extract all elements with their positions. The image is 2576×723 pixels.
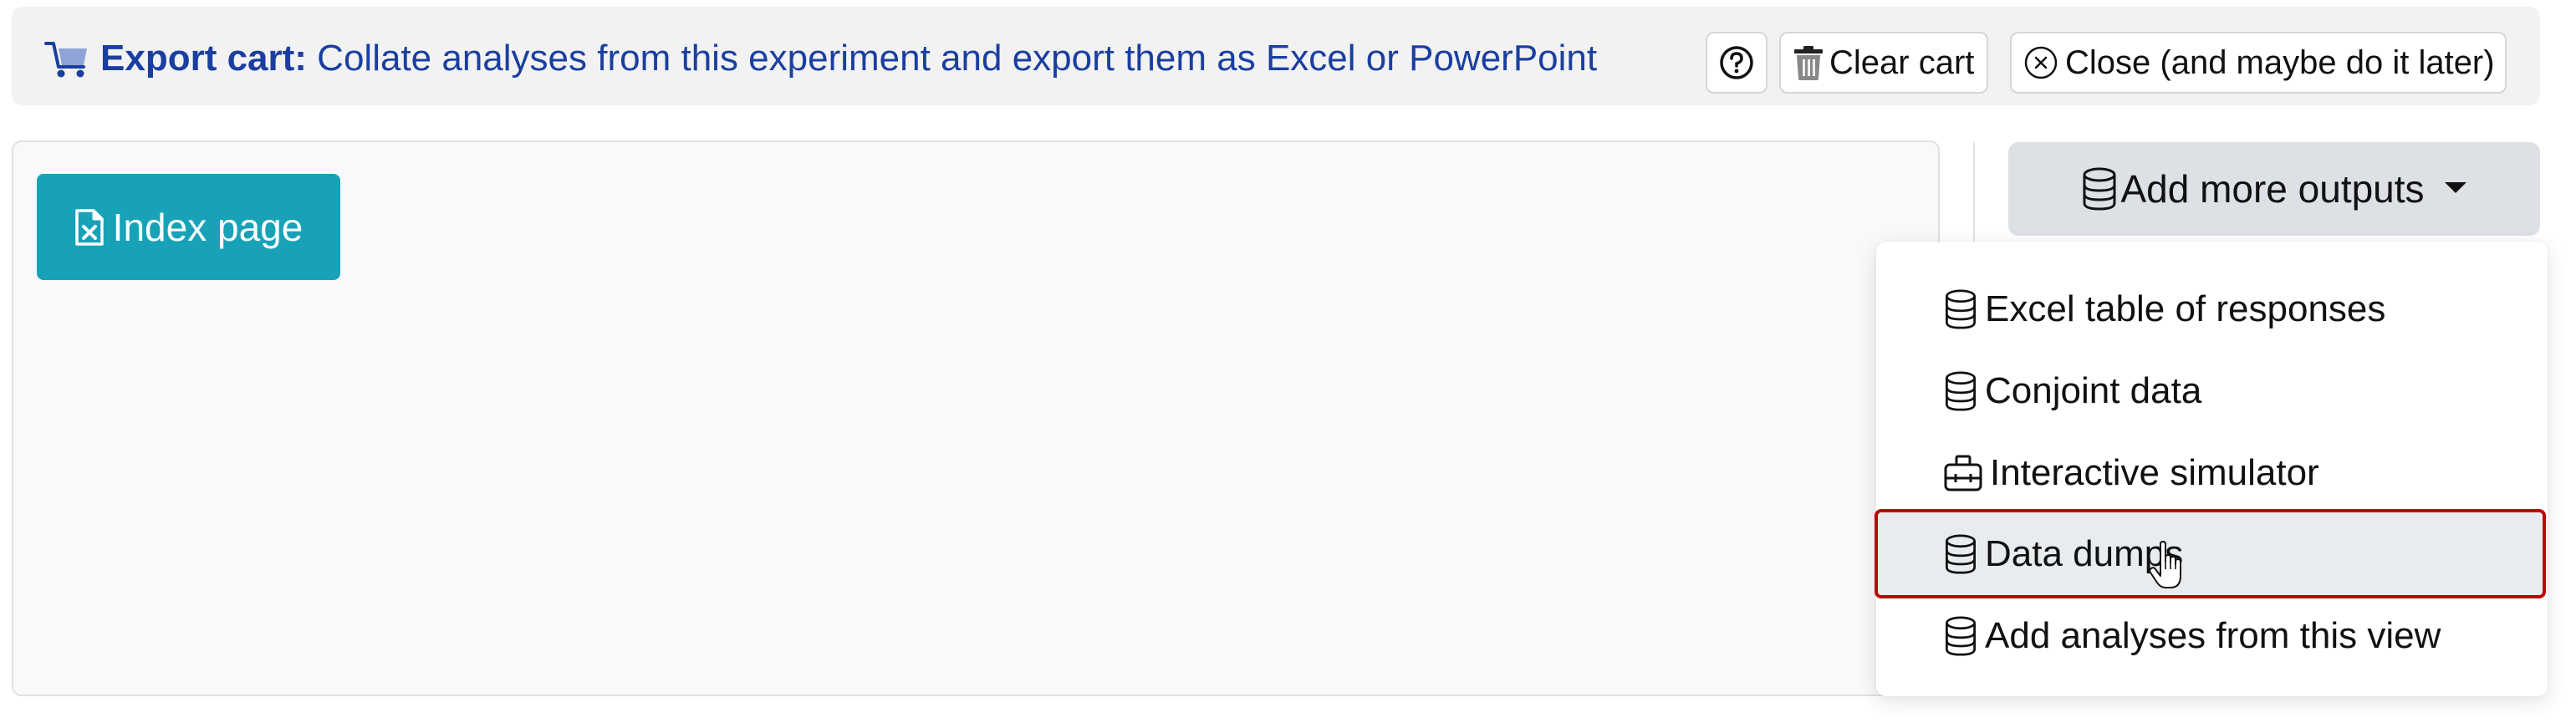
panel-divider [1973,142,1975,246]
index-page-label: Index page [112,205,304,249]
file-excel-icon [74,208,104,246]
menu-item-label: Conjoint data [1985,370,2202,411]
menu-item-data-dumps[interactable]: Data dumps [1875,509,2546,598]
database-icon [2083,167,2116,211]
database-icon [1946,289,1976,329]
database-icon [1946,533,1976,574]
close-button[interactable]: Close (and maybe do it later) [2010,32,2507,94]
index-page-button[interactable]: Index page [37,174,340,280]
database-icon [1946,616,1976,656]
menu-item-label: Interactive simulator [1990,452,2319,493]
cart-content-panel: Index page [12,140,1940,696]
menu-item-label: Data dumps [1985,532,2184,574]
cart-icon [44,42,87,78]
x-circle-icon [2024,46,2058,79]
toolbox-icon [1944,455,1982,491]
clear-cart-button[interactable]: Clear cart [1779,32,1988,94]
export-cart-header: Export cart: Collate analyses from this … [12,7,2540,105]
help-button[interactable] [1706,32,1767,94]
trash-icon [1794,46,1823,80]
menu-item-label: Add analyses from this view [1985,615,2441,656]
add-more-outputs-label: Add more outputs [2120,167,2425,211]
header-title-description: Collate analyses from this experiment an… [306,38,1598,79]
question-circle-icon [1720,46,1753,79]
caret-down-icon [2444,181,2466,193]
menu-item-interactive-simulator[interactable]: Interactive simulator [1876,432,2548,514]
header-title-bold: Export cart: [100,38,307,79]
menu-item-label: Excel table of responses [1985,288,2386,329]
menu-item-conjoint-data[interactable]: Conjoint data [1876,350,2548,432]
database-icon [1946,371,1976,411]
header-title: Export cart: Collate analyses from this … [100,37,1597,80]
clear-cart-label: Clear cart [1829,43,1975,81]
add-more-outputs-button[interactable]: Add more outputs [2008,142,2540,236]
menu-item-excel-table[interactable]: Excel table of responses [1876,268,2548,350]
menu-item-add-analyses-from-view[interactable]: Add analyses from this view [1876,595,2548,677]
close-label: Close (and maybe do it later) [2065,43,2495,81]
add-outputs-dropdown-menu: Excel table of responses Conjoint data I… [1875,242,2548,696]
